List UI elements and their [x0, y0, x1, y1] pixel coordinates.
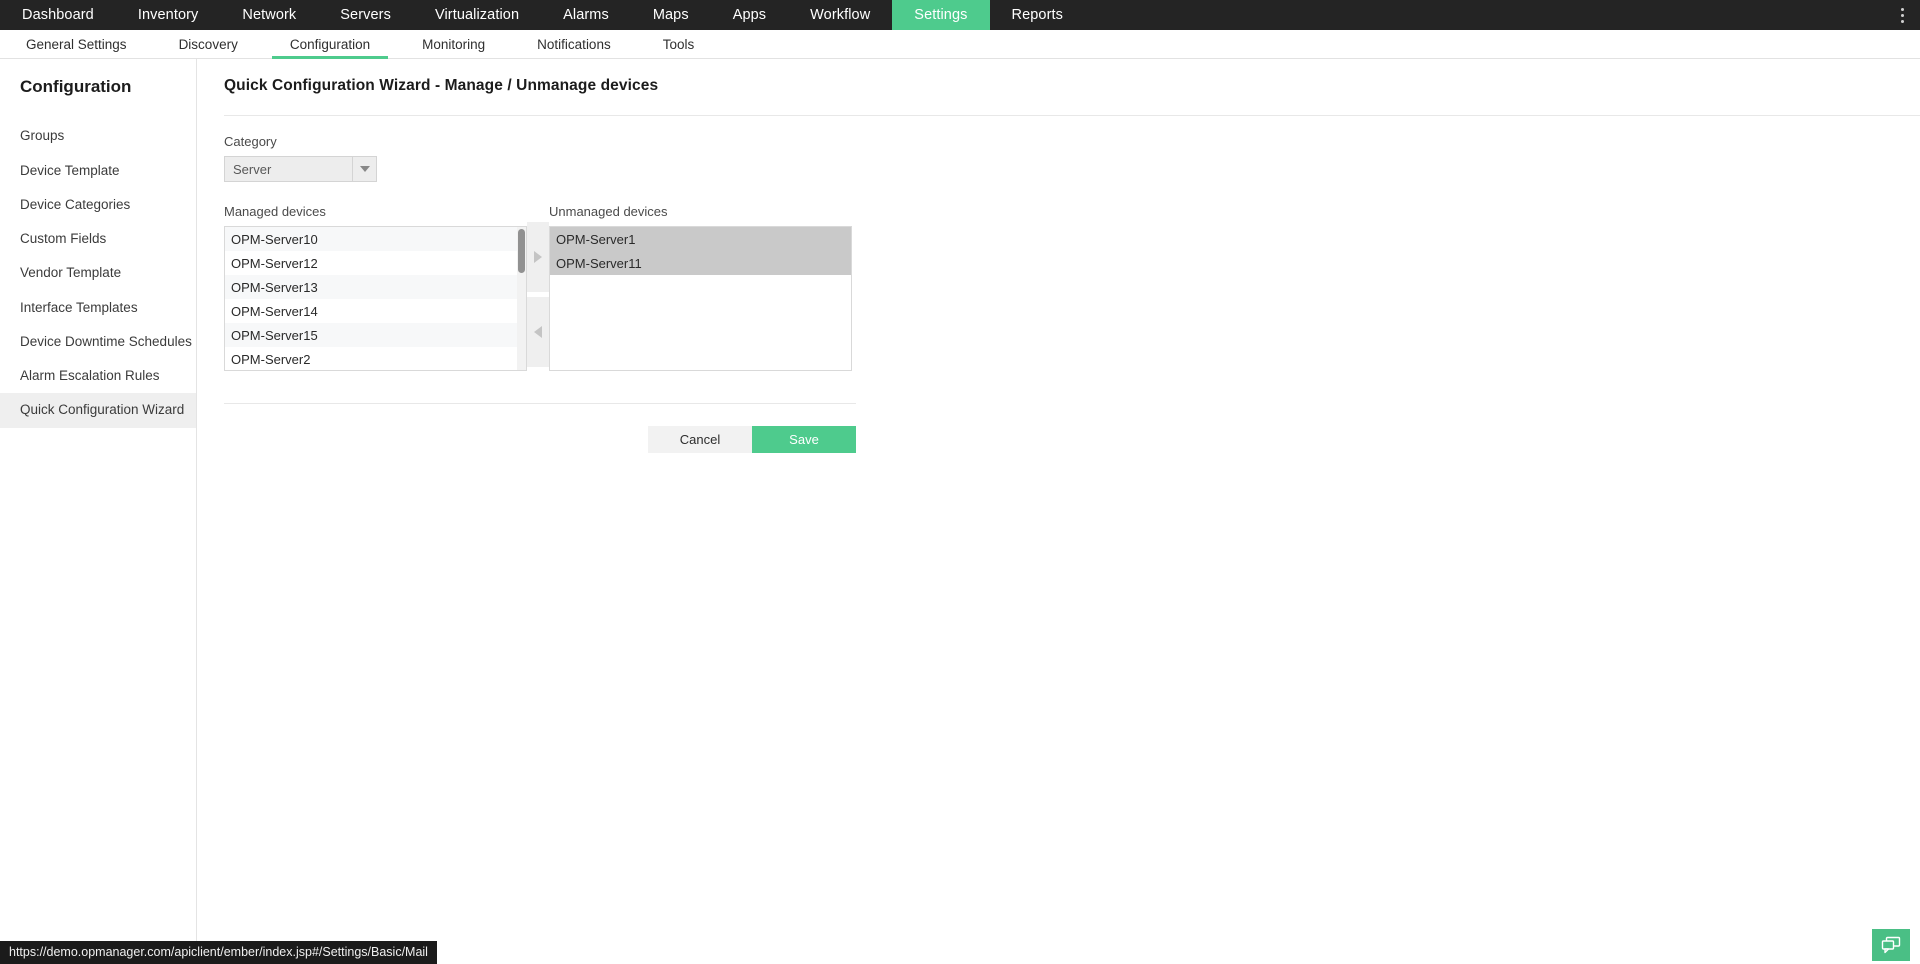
subnav-item-general-settings[interactable]: General Settings	[0, 30, 153, 58]
list-item[interactable]: OPM-Server11	[550, 251, 851, 275]
more-vertical-icon[interactable]	[1884, 0, 1920, 30]
list-item[interactable]: OPM-Server10	[225, 227, 526, 251]
unmanaged-devices-column: Unmanaged devices OPM-Server1 OPM-Server1…	[549, 204, 852, 371]
topnav-item-alarms[interactable]: Alarms	[541, 0, 631, 30]
sidebar-item-interface-templates[interactable]: Interface Templates	[0, 291, 196, 325]
triangle-left-icon	[534, 326, 542, 338]
chat-bubbles-glyph	[1881, 936, 1901, 954]
move-to-managed-button[interactable]	[527, 297, 549, 367]
subnav-item-notifications[interactable]: Notifications	[511, 30, 637, 58]
topnav-item-virtualization[interactable]: Virtualization	[413, 0, 541, 30]
category-selected-value: Server	[233, 161, 272, 177]
cancel-button[interactable]: Cancel	[648, 426, 752, 453]
top-nav-spacer	[1085, 0, 1884, 30]
sidebar-item-alarm-escalation-rules[interactable]: Alarm Escalation Rules	[0, 359, 196, 393]
managed-devices-scrollbar[interactable]	[517, 227, 526, 370]
list-item[interactable]: OPM-Server1	[550, 227, 851, 251]
top-nav-items: Dashboard Inventory Network Servers Virtuali…	[0, 0, 1085, 30]
category-label: Category	[224, 134, 277, 149]
transfer-buttons	[527, 222, 549, 367]
list-item[interactable]: OPM-Server13	[225, 275, 526, 299]
move-to-unmanaged-button[interactable]	[527, 222, 549, 292]
save-button[interactable]: Save	[752, 426, 856, 453]
managed-devices-column: Managed devices OPM-Server10 OPM-Server12…	[224, 204, 527, 371]
sidebar-item-groups[interactable]: Groups	[0, 119, 196, 153]
list-item[interactable]: OPM-Server12	[225, 251, 526, 275]
unmanaged-devices-rows: OPM-Server1 OPM-Server11	[550, 227, 851, 275]
topnav-item-apps[interactable]: Apps	[711, 0, 788, 30]
kebab-dot	[1900, 7, 1904, 11]
subnav-item-configuration[interactable]: Configuration	[264, 30, 396, 59]
page-title: Quick Configuration Wizard - Manage / Un…	[224, 77, 659, 94]
subnav-item-tools[interactable]: Tools	[637, 30, 721, 58]
topnav-item-dashboard[interactable]: Dashboard	[0, 0, 116, 30]
sidebar: Configuration Groups Device Template Devic…	[0, 59, 197, 964]
status-bar-url: https://demo.opmanager.com/apiclient/emb…	[0, 941, 437, 964]
secondary-navigation-bar: General Settings Discovery Configuration Mo…	[0, 30, 1920, 59]
triangle-right-icon	[534, 251, 542, 263]
main-content: Quick Configuration Wizard - Manage / Un…	[197, 59, 1920, 964]
topnav-item-inventory[interactable]: Inventory	[116, 0, 221, 30]
form-actions: Cancel Save	[224, 404, 856, 453]
list-item[interactable]: OPM-Server14	[225, 299, 526, 323]
title-divider	[224, 115, 1920, 116]
managed-devices-scroll-thumb[interactable]	[518, 229, 525, 273]
chevron-down-glyph	[359, 166, 370, 172]
top-navigation-bar: Dashboard Inventory Network Servers Virtuali…	[0, 0, 1920, 30]
category-field: Category Server	[224, 134, 1920, 182]
topnav-item-network[interactable]: Network	[220, 0, 318, 30]
managed-devices-rows: OPM-Server10 OPM-Server12 OPM-Server13 OPM-…	[225, 227, 526, 370]
sidebar-items: Groups Device Template Device Categories Cu…	[0, 119, 196, 428]
kebab-dot	[1900, 13, 1904, 17]
category-select[interactable]: Server	[224, 156, 377, 182]
topnav-item-servers[interactable]: Servers	[318, 0, 413, 30]
sidebar-item-device-categories[interactable]: Device Categories	[0, 188, 196, 222]
topnav-item-workflow[interactable]: Workflow	[788, 0, 892, 30]
page-layout: Configuration Groups Device Template Devic…	[0, 59, 1920, 964]
sidebar-item-device-template[interactable]: Device Template	[0, 154, 196, 188]
chevron-down-icon[interactable]	[352, 157, 376, 181]
unmanaged-devices-list[interactable]: OPM-Server1 OPM-Server11	[549, 226, 852, 371]
sidebar-item-device-downtime-schedules[interactable]: Device Downtime Schedules	[0, 325, 196, 359]
list-item[interactable]: OPM-Server15	[225, 323, 526, 347]
subnav-item-discovery[interactable]: Discovery	[153, 30, 264, 58]
topnav-item-settings[interactable]: Settings	[892, 0, 990, 30]
managed-devices-label: Managed devices	[224, 204, 326, 219]
sidebar-item-custom-fields[interactable]: Custom Fields	[0, 222, 196, 256]
list-item[interactable]: OPM-Server2	[225, 347, 526, 370]
topnav-item-reports[interactable]: Reports	[990, 0, 1085, 30]
kebab-dot	[1900, 19, 1904, 23]
unmanaged-devices-label: Unmanaged devices	[549, 204, 668, 219]
managed-devices-list[interactable]: OPM-Server10 OPM-Server12 OPM-Server13 OPM-…	[224, 226, 527, 371]
subnav-item-monitoring[interactable]: Monitoring	[396, 30, 511, 58]
sidebar-title: Configuration	[20, 77, 132, 96]
chat-bubbles-icon[interactable]	[1872, 929, 1910, 961]
topnav-item-maps[interactable]: Maps	[631, 0, 711, 30]
sidebar-item-quick-configuration-wizard[interactable]: Quick Configuration Wizard	[0, 393, 196, 428]
device-transfer-picker: Managed devices OPM-Server10 OPM-Server12…	[224, 204, 1920, 371]
sidebar-item-vendor-template[interactable]: Vendor Template	[0, 256, 196, 290]
